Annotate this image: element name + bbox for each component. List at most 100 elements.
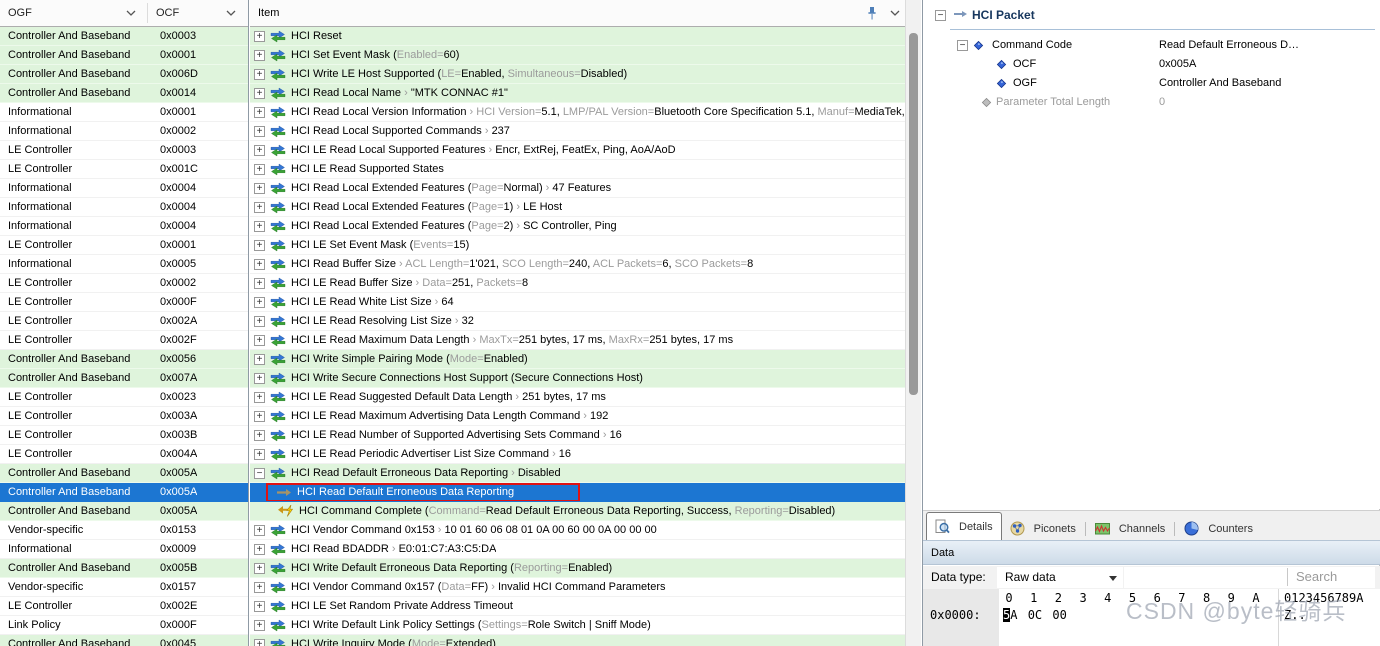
table-row[interactable]: Controller And Baseband 0x005A xyxy=(0,464,248,483)
list-item[interactable]: HCI Command Complete (Command=Read Defau… xyxy=(250,502,905,521)
expand-plus-icon[interactable]: + xyxy=(254,258,265,270)
expand-plus-icon[interactable]: + xyxy=(254,562,265,574)
list-item[interactable]: + HCI Vendor Command 0x153 › 10 01 60 06 … xyxy=(250,521,905,540)
ocf-column-header[interactable]: OCF xyxy=(148,0,248,26)
table-row[interactable]: Informational 0x0002 xyxy=(0,122,248,141)
hex-byte[interactable]: 0C xyxy=(1028,608,1042,622)
expand-plus-icon[interactable]: + xyxy=(254,353,265,365)
chevron-down-icon[interactable] xyxy=(226,10,236,16)
table-row[interactable]: LE Controller 0x0023 xyxy=(0,388,248,407)
expand-plus-icon[interactable]: + xyxy=(254,87,265,99)
tree-row-hci-packet[interactable]: − HCI Packet xyxy=(923,6,1380,25)
table-row[interactable]: Vendor-specific 0x0157 xyxy=(0,578,248,597)
tab-piconets[interactable]: Piconets xyxy=(1002,517,1084,540)
table-row[interactable]: Controller And Baseband 0x0056 xyxy=(0,350,248,369)
table-row[interactable]: LE Controller 0x0003 xyxy=(0,141,248,160)
table-row[interactable]: Informational 0x0004 xyxy=(0,198,248,217)
list-item[interactable]: + HCI LE Read Buffer Size › Data=251, Pac… xyxy=(250,274,905,293)
tree-row-ogf[interactable]: OGF Controller And Baseband xyxy=(923,74,1380,93)
expand-plus-icon[interactable]: + xyxy=(254,296,265,308)
ogf-column-header[interactable]: OGF xyxy=(0,0,148,26)
table-row[interactable]: Controller And Baseband 0x0001 xyxy=(0,46,248,65)
chevron-down-icon[interactable] xyxy=(126,10,136,16)
list-item[interactable]: HCI Read Default Erroneous Data Reportin… xyxy=(250,483,905,502)
tree-row-ocf[interactable]: OCF 0x005A xyxy=(923,55,1380,74)
expand-plus-icon[interactable]: + xyxy=(254,315,265,327)
tab-channels[interactable]: Channels xyxy=(1087,517,1173,540)
table-row[interactable]: Link Policy 0x000F xyxy=(0,616,248,635)
table-row[interactable]: LE Controller 0x0001 xyxy=(0,236,248,255)
table-row[interactable]: LE Controller 0x002A xyxy=(0,312,248,331)
collapse-minus-icon[interactable]: − xyxy=(935,10,946,21)
list-item[interactable]: + HCI LE Read White List Size › 64 xyxy=(250,293,905,312)
item-column-header[interactable]: Item xyxy=(250,0,905,27)
list-item[interactable]: + HCI Read Local Extended Features (Page=… xyxy=(250,217,905,236)
list-item[interactable]: + HCI LE Read Number of Supported Adverti… xyxy=(250,426,905,445)
data-type-select[interactable]: Raw data xyxy=(997,567,1123,588)
list-item[interactable]: + HCI LE Read Suggested Default Data Leng… xyxy=(250,388,905,407)
expand-plus-icon[interactable]: + xyxy=(254,182,265,194)
list-item[interactable]: + HCI Write Secure Connections Host Suppo… xyxy=(250,369,905,388)
list-item[interactable]: + HCI LE Read Periodic Advertiser List Si… xyxy=(250,445,905,464)
collapse-minus-icon[interactable]: − xyxy=(254,467,265,479)
table-row[interactable]: Controller And Baseband 0x005A xyxy=(0,483,248,502)
list-item[interactable]: + HCI Read Local Version Information › HC… xyxy=(250,103,905,122)
table-row[interactable]: Informational 0x0004 xyxy=(0,179,248,198)
expand-plus-icon[interactable]: + xyxy=(254,638,265,646)
expand-plus-icon[interactable]: + xyxy=(254,239,265,251)
list-item[interactable]: + HCI LE Set Random Private Address Timeo… xyxy=(250,597,905,616)
list-item[interactable]: + HCI Set Event Mask (Enabled=60) xyxy=(250,46,905,65)
expand-plus-icon[interactable]: + xyxy=(254,410,265,422)
list-item[interactable]: + HCI Read Local Name › "MTK CONNAC #1" xyxy=(250,84,905,103)
expand-plus-icon[interactable]: + xyxy=(254,429,265,441)
expand-plus-icon[interactable]: + xyxy=(254,600,265,612)
expand-plus-icon[interactable]: + xyxy=(254,391,265,403)
expand-plus-icon[interactable]: + xyxy=(254,277,265,289)
expand-plus-icon[interactable]: + xyxy=(254,68,265,80)
table-row[interactable]: LE Controller 0x002E xyxy=(0,597,248,616)
table-row[interactable]: Informational 0x0009 xyxy=(0,540,248,559)
table-row[interactable]: Informational 0x0004 xyxy=(0,217,248,236)
expand-plus-icon[interactable]: + xyxy=(254,543,265,555)
table-row[interactable]: Informational 0x0005 xyxy=(0,255,248,274)
list-item[interactable]: + HCI Write LE Host Supported (LE=Enabled… xyxy=(250,65,905,84)
expand-plus-icon[interactable]: + xyxy=(254,372,265,384)
table-row[interactable]: Informational 0x0001 xyxy=(0,103,248,122)
expand-plus-icon[interactable]: + xyxy=(254,220,265,232)
table-row[interactable]: Controller And Baseband 0x007A xyxy=(0,369,248,388)
list-item[interactable]: + HCI Write Inquiry Mode (Mode=Extended) xyxy=(250,635,905,646)
hex-byte[interactable]: 00 xyxy=(1052,608,1066,622)
table-row[interactable]: LE Controller 0x001C xyxy=(0,160,248,179)
vertical-scrollbar[interactable] xyxy=(905,0,921,646)
list-item[interactable]: + HCI LE Read Supported States xyxy=(250,160,905,179)
list-item[interactable]: + HCI LE Read Local Supported Features › … xyxy=(250,141,905,160)
scrollbar-thumb[interactable] xyxy=(909,33,918,395)
table-row[interactable]: LE Controller 0x0002 xyxy=(0,274,248,293)
hex-dump-view[interactable]: 0x0000: 0123456789A Z.. 0 1 2 3 4 5 6 7 8 9 A 5A 0C 0… xyxy=(923,589,1380,646)
table-row[interactable]: LE Controller 0x003A xyxy=(0,407,248,426)
list-item[interactable]: − HCI Read Default Erroneous Data Reporti… xyxy=(250,464,905,483)
list-item[interactable]: + HCI Vendor Command 0x157 (Data=FF) › In… xyxy=(250,578,905,597)
expand-plus-icon[interactable]: + xyxy=(254,334,265,346)
table-row[interactable]: LE Controller 0x002F xyxy=(0,331,248,350)
expand-plus-icon[interactable]: + xyxy=(254,619,265,631)
list-item[interactable]: + HCI Read Local Supported Commands › 237 xyxy=(250,122,905,141)
list-item[interactable]: + HCI LE Read Maximum Advertising Data Le… xyxy=(250,407,905,426)
list-item[interactable]: + HCI Reset xyxy=(250,27,905,46)
expand-plus-icon[interactable]: + xyxy=(254,524,265,536)
table-row[interactable]: LE Controller 0x000F xyxy=(0,293,248,312)
expand-plus-icon[interactable]: + xyxy=(254,30,265,42)
expand-plus-icon[interactable]: + xyxy=(254,106,265,118)
hex-byte[interactable]: 5A xyxy=(1003,608,1017,622)
expand-plus-icon[interactable]: + xyxy=(254,163,265,175)
list-item[interactable]: + HCI Read Local Extended Features (Page=… xyxy=(250,198,905,217)
pin-icon[interactable] xyxy=(866,6,878,21)
table-row[interactable]: LE Controller 0x003B xyxy=(0,426,248,445)
table-row[interactable]: Vendor-specific 0x0153 xyxy=(0,521,248,540)
collapse-minus-icon[interactable]: − xyxy=(957,40,968,51)
tree-row-parameter-total-length[interactable]: Parameter Total Length 0 xyxy=(923,93,1380,112)
table-row[interactable]: LE Controller 0x004A xyxy=(0,445,248,464)
list-item[interactable]: + HCI Write Default Erroneous Data Report… xyxy=(250,559,905,578)
list-item[interactable]: + HCI Read Local Extended Features (Page=… xyxy=(250,179,905,198)
list-item[interactable]: + HCI Write Simple Pairing Mode (Mode=Ena… xyxy=(250,350,905,369)
